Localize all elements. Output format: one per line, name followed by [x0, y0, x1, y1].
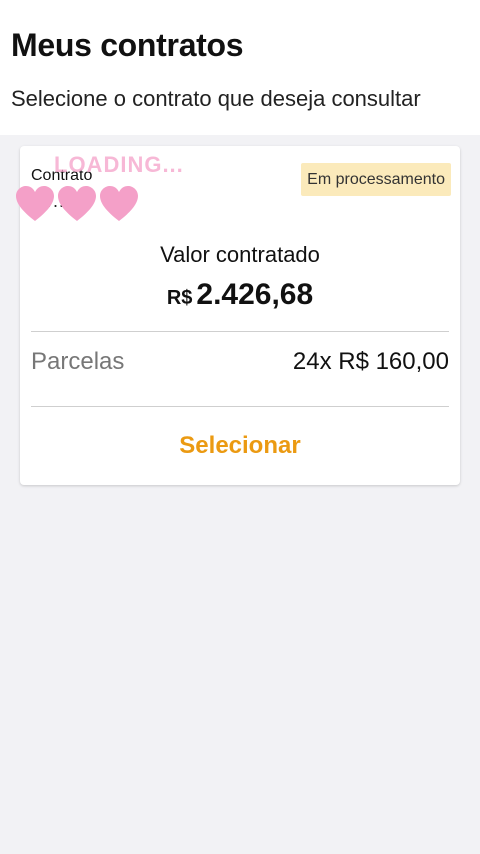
contract-card[interactable]: Contrato 34...09 LOADING... Em processam… [16, 146, 460, 485]
heart-icon [100, 186, 138, 221]
currency-symbol: R$ [166, 287, 193, 309]
installments-label: Parcelas [31, 348, 125, 375]
contract-label: Contrato [31, 167, 93, 184]
divider [31, 406, 449, 407]
value-amount: 2.426,68 [196, 278, 314, 311]
page-subtitle: Selecione o contrato que deseja consulta… [11, 86, 421, 111]
select-button[interactable]: Selecionar [20, 422, 460, 470]
page-title: Meus contratos [11, 27, 244, 63]
value-label: Valor contratado [160, 242, 320, 267]
divider [31, 331, 449, 332]
contract-value: R$ 2.426,68 [20, 278, 460, 312]
page-header: Meus contratos Selecione o contrato que … [0, 0, 480, 135]
status-badge: Em processamento [301, 163, 451, 196]
installments-value: 24x R$ 160,00 [292, 348, 449, 375]
contract-number: 34...09 [31, 191, 94, 211]
